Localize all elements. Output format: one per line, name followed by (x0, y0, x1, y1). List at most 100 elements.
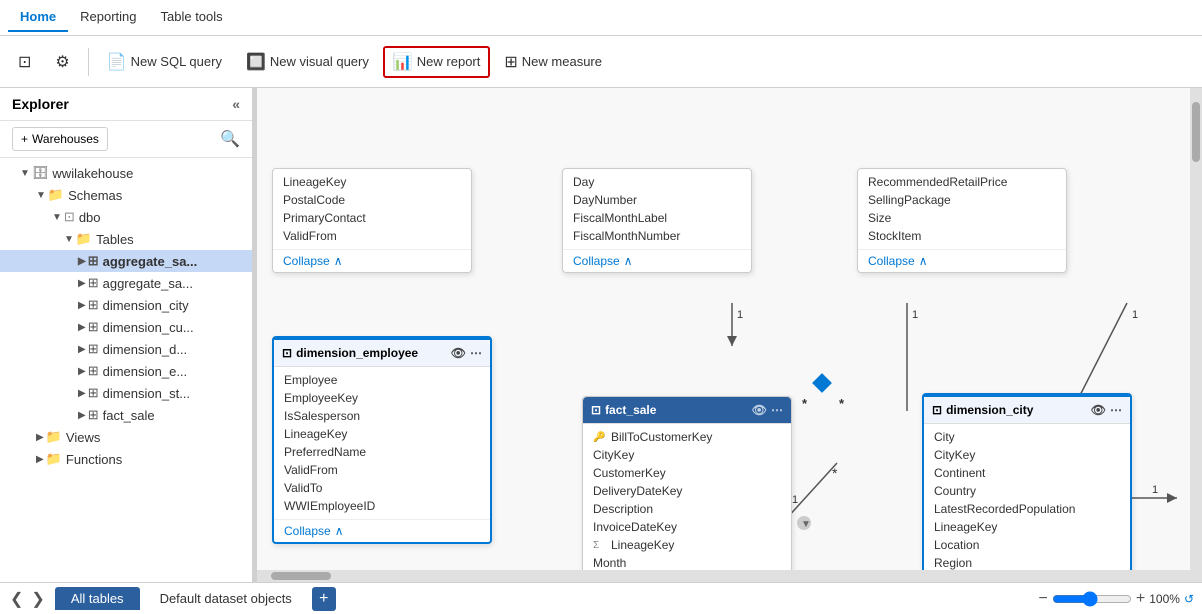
nav-prev-button[interactable]: ❮ (8, 587, 25, 611)
collapse-button[interactable]: Collapse ∧ (273, 249, 471, 272)
toolbar-icon1-button[interactable]: ⊡ (8, 46, 41, 78)
sidebar-item-schemas[interactable]: ▼ 📁 Schemas (0, 184, 252, 206)
table-header: ⊡ fact_sale 👁 ⋯ (583, 397, 791, 424)
preview-icon[interactable]: 👁 (752, 403, 767, 417)
more-icon[interactable]: ⋯ (1110, 403, 1122, 417)
row-label: WWIEmployeeID (284, 499, 375, 513)
scrollbar-thumb[interactable] (1192, 102, 1200, 162)
table-dim-customer[interactable]: LineageKey PostalCode PrimaryContact Val… (272, 168, 472, 273)
table-title-label: fact_sale (605, 403, 656, 417)
collapse-sidebar-icon[interactable]: « (232, 96, 240, 112)
new-measure-button[interactable]: ⊞ New measure (494, 46, 612, 78)
sidebar-item-dimension-cu[interactable]: ▶ ⊞ dimension_cu... (0, 316, 252, 338)
sidebar-item-fact-sale[interactable]: ▶ ⊞ fact_sale (0, 404, 252, 426)
canvas[interactable]: 1 1 1 1 * 1 * * * (257, 88, 1202, 582)
chevron-icon: ▶ (36, 454, 44, 465)
row-label: IsSalesperson (284, 409, 360, 423)
new-report-button[interactable]: 📊 New report (383, 46, 491, 78)
table-row: ValidFrom (273, 227, 471, 245)
tab-all-tables[interactable]: All tables (55, 587, 140, 610)
more-icon[interactable]: ⋯ (470, 346, 482, 360)
tree-label: dbo (79, 210, 101, 225)
sidebar-item-functions[interactable]: ▶ 📁 Functions (0, 448, 252, 470)
collapse-button[interactable]: Collapse ∧ (274, 519, 490, 542)
sidebar-item-dimension-e[interactable]: ▶ ⊞ dimension_e... (0, 360, 252, 382)
tab-reporting[interactable]: Reporting (68, 3, 148, 32)
collapse-button[interactable]: Collapse ∧ (563, 249, 751, 272)
sidebar-item-wwilakehouse[interactable]: ▼ 🗄 wwilakehouse (0, 162, 252, 184)
table-row: FiscalMonthNumber (563, 227, 751, 245)
table-icon: ⊞ (88, 297, 99, 313)
nav-next-button[interactable]: ❯ (29, 587, 46, 611)
preview-icon[interactable]: 👁 (451, 346, 466, 360)
table-dim-city[interactable]: ⊡ dimension_city 👁 ⋯ City CityKey Contin… (922, 393, 1132, 578)
row-label: Continent (934, 466, 985, 480)
sidebar-item-dimension-d[interactable]: ▶ ⊞ dimension_d... (0, 338, 252, 360)
svg-text:1: 1 (912, 309, 918, 321)
tree-label: dimension_city (103, 298, 189, 313)
svg-text:▼: ▼ (801, 519, 811, 530)
table-body: Day DayNumber FiscalMonthLabel FiscalMon… (563, 169, 751, 249)
table-dim-stock[interactable]: RecommendedRetailPrice SellingPackage Si… (857, 168, 1067, 273)
scrollbar-thumb[interactable] (271, 572, 331, 580)
search-icon[interactable]: 🔍 (220, 129, 240, 149)
table-row: PrimaryContact (273, 209, 471, 227)
table-row: CityKey (924, 446, 1130, 464)
sidebar-item-aggregate-sa2[interactable]: ▶ ⊞ aggregate_sa... (0, 272, 252, 294)
sidebar-item-views[interactable]: ▶ 📁 Views (0, 426, 252, 448)
row-label: StockItem (868, 229, 921, 243)
table-row: Employee (274, 371, 490, 389)
table-row: Size (858, 209, 1066, 227)
table-title: ⊡ dimension_city (932, 403, 1033, 417)
table-title: ⊡ fact_sale (591, 403, 656, 417)
new-sql-query-button[interactable]: 📄 New SQL query (97, 46, 232, 78)
sidebar: Explorer « + Warehouses 🔍 ▼ 🗄 wwilakehou… (0, 88, 253, 582)
zoom-out-button[interactable]: − (1039, 590, 1048, 608)
tree-label: aggregate_sa... (103, 276, 193, 291)
table-row: City (924, 428, 1130, 446)
table-header: ⊡ dimension_city 👁 ⋯ (924, 397, 1130, 424)
add-tab-button[interactable]: + (312, 587, 336, 611)
chevron-icon: ▶ (78, 300, 86, 311)
chevron-icon: ▶ (36, 432, 44, 443)
tab-table-tools[interactable]: Table tools (149, 3, 235, 32)
tab-home[interactable]: Home (8, 3, 68, 32)
chevron-up-icon: ∧ (624, 254, 633, 268)
new-visual-query-button[interactable]: 🔲 New visual query (236, 46, 379, 78)
table-title-icon: ⊡ (932, 403, 942, 417)
main-layout: Explorer « + Warehouses 🔍 ▼ 🗄 wwilakehou… (0, 88, 1202, 582)
table-icon: ⊞ (88, 341, 99, 357)
chevron-icon: ▶ (78, 278, 86, 289)
horizontal-scrollbar[interactable] (257, 570, 1190, 582)
zoom-slider[interactable] (1052, 591, 1132, 607)
row-label: Day (573, 175, 594, 189)
collapse-button[interactable]: Collapse ∧ (858, 249, 1066, 272)
sidebar-item-aggregate-sa1[interactable]: ▶ ⊞ aggregate_sa... (0, 250, 252, 272)
collapse-label: Collapse (284, 524, 331, 538)
sidebar-item-tables[interactable]: ▼ 📁 Tables (0, 228, 252, 250)
preview-icon[interactable]: 👁 (1091, 403, 1106, 417)
table-body: 🔑 BillToCustomerKey CityKey CustomerKey … (583, 424, 791, 576)
svg-text:*: * (832, 465, 838, 481)
row-label: LineageKey (934, 520, 997, 534)
vertical-scrollbar[interactable] (1190, 88, 1202, 582)
tab-default-dataset[interactable]: Default dataset objects (144, 587, 308, 610)
sidebar-item-dimension-st[interactable]: ▶ ⊞ dimension_st... (0, 382, 252, 404)
sidebar-item-dbo[interactable]: ▼ ⊡ dbo (0, 206, 252, 228)
chevron-icon: ▶ (78, 410, 86, 421)
folder-icon: 📁 (76, 231, 92, 247)
toolbar-icon2-button[interactable]: ⚙ (45, 46, 79, 78)
zoom-reset-button[interactable]: ↺ (1184, 592, 1194, 606)
sidebar-item-dimension-city[interactable]: ▶ ⊞ dimension_city (0, 294, 252, 316)
row-label: CityKey (934, 448, 975, 462)
table-dim-date[interactable]: Day DayNumber FiscalMonthLabel FiscalMon… (562, 168, 752, 273)
zoom-in-button[interactable]: + (1136, 590, 1145, 608)
table-row: DeliveryDateKey (583, 482, 791, 500)
table-fact-sale[interactable]: ⊡ fact_sale 👁 ⋯ 🔑 BillToCustomerKey City… (582, 396, 792, 577)
new-sql-label: New SQL query (131, 54, 222, 69)
row-label: DeliveryDateKey (593, 484, 682, 498)
table-dim-employee[interactable]: ⊡ dimension_employee 👁 ⋯ Employee Employ… (272, 336, 492, 544)
table-icon: ⊡ (18, 52, 31, 72)
more-icon[interactable]: ⋯ (771, 403, 783, 417)
add-warehouse-button[interactable]: + Warehouses (12, 127, 108, 151)
